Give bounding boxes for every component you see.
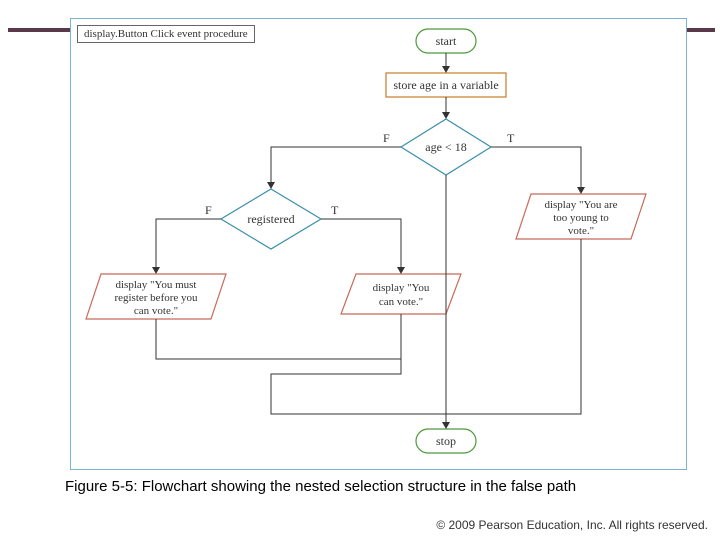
node-can-vote: display "You can vote." xyxy=(341,274,461,314)
svg-text:stop: stop xyxy=(436,434,456,448)
flowchart-svg: start store age in a variable age < 18 F… xyxy=(71,19,686,469)
node-stop: stop xyxy=(416,429,476,453)
copyright-footer: © 2009 Pearson Education, Inc. All right… xyxy=(436,518,708,532)
svg-text:too young to: too young to xyxy=(553,212,609,224)
label-reg-false: F xyxy=(205,203,212,217)
label-age-true: T xyxy=(507,131,515,145)
svg-text:age < 18: age < 18 xyxy=(425,140,466,154)
label-reg-true: T xyxy=(331,203,339,217)
label-age-false: F xyxy=(383,131,390,145)
accent-bar-left xyxy=(8,28,70,32)
node-start: start xyxy=(416,29,476,53)
svg-text:display "You are: display "You are xyxy=(544,199,617,211)
figure-frame: display.Button Click event procedure sta… xyxy=(70,18,687,470)
node-store-age: store age in a variable xyxy=(386,73,506,97)
svg-text:store age in a variable: store age in a variable xyxy=(393,78,498,92)
svg-text:display "You: display "You xyxy=(373,282,430,294)
svg-text:registered: registered xyxy=(247,212,294,226)
svg-text:start: start xyxy=(436,34,457,48)
svg-text:can vote.": can vote." xyxy=(379,296,423,308)
svg-text:can vote.": can vote." xyxy=(134,305,178,317)
svg-text:vote.": vote." xyxy=(568,225,594,237)
accent-bar-right xyxy=(685,28,715,32)
node-too-young: display "You are too young to vote." xyxy=(516,194,646,239)
svg-text:register before you: register before you xyxy=(114,292,198,304)
node-decision-age: age < 18 xyxy=(401,119,491,175)
node-must-register: display "You must register before you ca… xyxy=(86,274,226,319)
figure-caption: Figure 5-5: Flowchart showing the nested… xyxy=(65,478,576,495)
svg-text:display "You must: display "You must xyxy=(115,279,196,291)
node-decision-registered: registered xyxy=(221,189,321,249)
